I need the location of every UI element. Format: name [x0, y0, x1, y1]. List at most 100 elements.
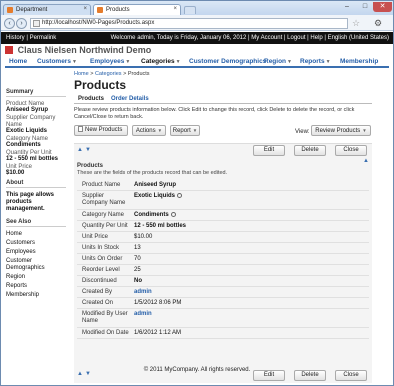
- browser-tab-department[interactable]: Department ×: [3, 4, 91, 15]
- chevron-down-icon: ▼: [125, 59, 131, 65]
- back-button[interactable]: ‹: [4, 18, 15, 29]
- arrow-down-icon[interactable]: ▼: [85, 147, 93, 153]
- tab-products[interactable]: Products: [78, 96, 104, 102]
- see-also-link-customer-demographics[interactable]: Customer Demographics: [6, 258, 66, 272]
- field-row: Unit Price $10.00: [77, 232, 369, 243]
- close-button[interactable]: Close: [335, 145, 367, 156]
- summary-value: Condiments: [6, 142, 41, 148]
- menu-region[interactable]: Region▼: [264, 58, 292, 65]
- url-field[interactable]: http://localhost/NW0-Pages/Products.aspx: [30, 18, 348, 29]
- see-also-link-customers[interactable]: Customers: [6, 240, 66, 247]
- summary-label: Supplier Company Name: [6, 115, 56, 128]
- arrow-up-icon[interactable]: ▲: [77, 147, 85, 153]
- menu-categories[interactable]: Categories▼: [141, 58, 181, 65]
- summary-value: $10.00: [6, 170, 25, 176]
- menu-reports[interactable]: Reports▼: [300, 58, 331, 65]
- lookup-info-icon[interactable]: [170, 212, 176, 217]
- field-value: 1/6/2012 1:12 AM: [134, 330, 182, 336]
- minimize-button[interactable]: –: [339, 2, 355, 12]
- field-value: 13: [134, 245, 141, 251]
- field-label: Quantity Per Unit: [82, 223, 128, 229]
- see-also-link-reports[interactable]: Reports: [6, 283, 66, 290]
- button-label: New Products: [85, 127, 123, 133]
- maximize-button[interactable]: □: [357, 2, 373, 12]
- field-label: Modified By User Name: [82, 311, 128, 324]
- field-row: Units In Stock 13: [77, 243, 369, 254]
- view-value: Review Products: [315, 128, 361, 134]
- history-link[interactable]: History: [6, 35, 25, 41]
- chevron-down-icon: ▼: [325, 59, 331, 65]
- new-products-button[interactable]: New Products: [74, 125, 128, 136]
- see-also-link-home[interactable]: Home: [6, 231, 66, 238]
- bookmark-star-icon[interactable]: ☆: [352, 18, 360, 28]
- permalink-link[interactable]: Permalink: [30, 35, 57, 41]
- about-header: About: [6, 180, 66, 188]
- summary-header: Summary: [6, 89, 66, 97]
- browser-window: Department × Products × – □ ✕ ‹ › http:/…: [0, 0, 394, 386]
- wrench-icon[interactable]: ⚙: [374, 18, 382, 28]
- see-also-link-region[interactable]: Region: [6, 274, 66, 281]
- close-window-button[interactable]: ✕: [373, 2, 392, 12]
- view-selector[interactable]: Review Products ▼: [311, 125, 371, 136]
- menu-home[interactable]: Home: [9, 58, 27, 65]
- forward-button[interactable]: ›: [16, 18, 27, 29]
- chevron-down-icon: ▼: [71, 59, 77, 65]
- field-value: Exotic Liquids: [134, 193, 176, 200]
- field-row: Discontinued No: [77, 276, 369, 287]
- menu-customer-demographics[interactable]: Customer Demographics: [189, 58, 266, 65]
- breadcrumb-home[interactable]: Home: [74, 71, 89, 77]
- menu-membership[interactable]: Membership: [340, 58, 378, 65]
- about-text: This page allows products management.: [6, 192, 55, 212]
- field-label: Category Name: [82, 212, 125, 218]
- field-value: 70: [134, 256, 141, 262]
- menu-customers[interactable]: Customers▼: [37, 58, 77, 65]
- menu-label: Employees: [90, 58, 125, 65]
- summary-value: Aniseed Syrup: [6, 107, 49, 113]
- title-bar: Department × Products × – □ ✕: [1, 1, 393, 15]
- chevron-down-icon: ▼: [192, 128, 198, 133]
- new-record-icon: [78, 126, 83, 133]
- see-also-link-membership[interactable]: Membership: [6, 292, 66, 299]
- section-title: Products: [77, 163, 104, 169]
- close-tab-icon[interactable]: ×: [173, 6, 177, 12]
- field-row: Modified On Date 1/6/2012 1:12 AM: [77, 328, 369, 339]
- delete-button[interactable]: Delete: [294, 145, 326, 156]
- field-label: Discontinued: [82, 278, 117, 284]
- menu-employees[interactable]: Employees▼: [90, 58, 130, 65]
- edit-button[interactable]: Edit: [253, 145, 285, 156]
- field-list: Product Name Aniseed Syrup Supplier Compa…: [77, 180, 369, 339]
- site-top-bar: History | Permalink Welcome admin, Today…: [1, 32, 393, 44]
- field-label: Product Name: [82, 182, 121, 188]
- chevron-down-icon: ▼: [175, 59, 181, 65]
- new-tab-button[interactable]: [184, 6, 196, 14]
- view-label: View:: [295, 129, 310, 135]
- report-button[interactable]: Report ▼: [170, 125, 200, 136]
- field-value: Condiments: [134, 212, 169, 219]
- menu-label: Membership: [340, 58, 379, 65]
- close-tab-icon[interactable]: ×: [83, 6, 87, 12]
- breadcrumb-current: Products: [127, 71, 150, 77]
- button-label: Report: [172, 128, 191, 134]
- summary-value: Exotic Liquids: [6, 128, 48, 134]
- field-value: No: [134, 278, 142, 284]
- tab-order-details[interactable]: Order Details: [111, 96, 149, 102]
- collapse-icon[interactable]: ▲: [363, 158, 369, 164]
- field-row: Modified By User Name admin: [77, 309, 369, 328]
- lookup-info-icon[interactable]: [177, 193, 183, 198]
- field-row: Reorder Level 25: [77, 265, 369, 276]
- tab-label: Department: [16, 7, 48, 13]
- address-bar: ‹ › http://localhost/NW0-Pages/Products.…: [1, 15, 393, 31]
- field-label: Reorder Level: [82, 267, 120, 273]
- logo-icon: [5, 46, 13, 54]
- field-label: Units On Order: [82, 256, 123, 262]
- user-bar[interactable]: Welcome admin, Today is Friday, January …: [111, 35, 389, 41]
- browser-tab-products[interactable]: Products ×: [93, 4, 181, 15]
- field-row: Category Name Condiments: [77, 210, 369, 221]
- field-label: Created By: [82, 289, 113, 295]
- see-also-link-employees[interactable]: Employees: [6, 249, 66, 256]
- menu-label: Region: [264, 58, 287, 65]
- page-icon: [33, 20, 40, 27]
- menu-label: Customers: [37, 58, 71, 65]
- breadcrumb-categories[interactable]: Categories: [95, 71, 122, 77]
- actions-button[interactable]: Actions ▼: [132, 125, 166, 136]
